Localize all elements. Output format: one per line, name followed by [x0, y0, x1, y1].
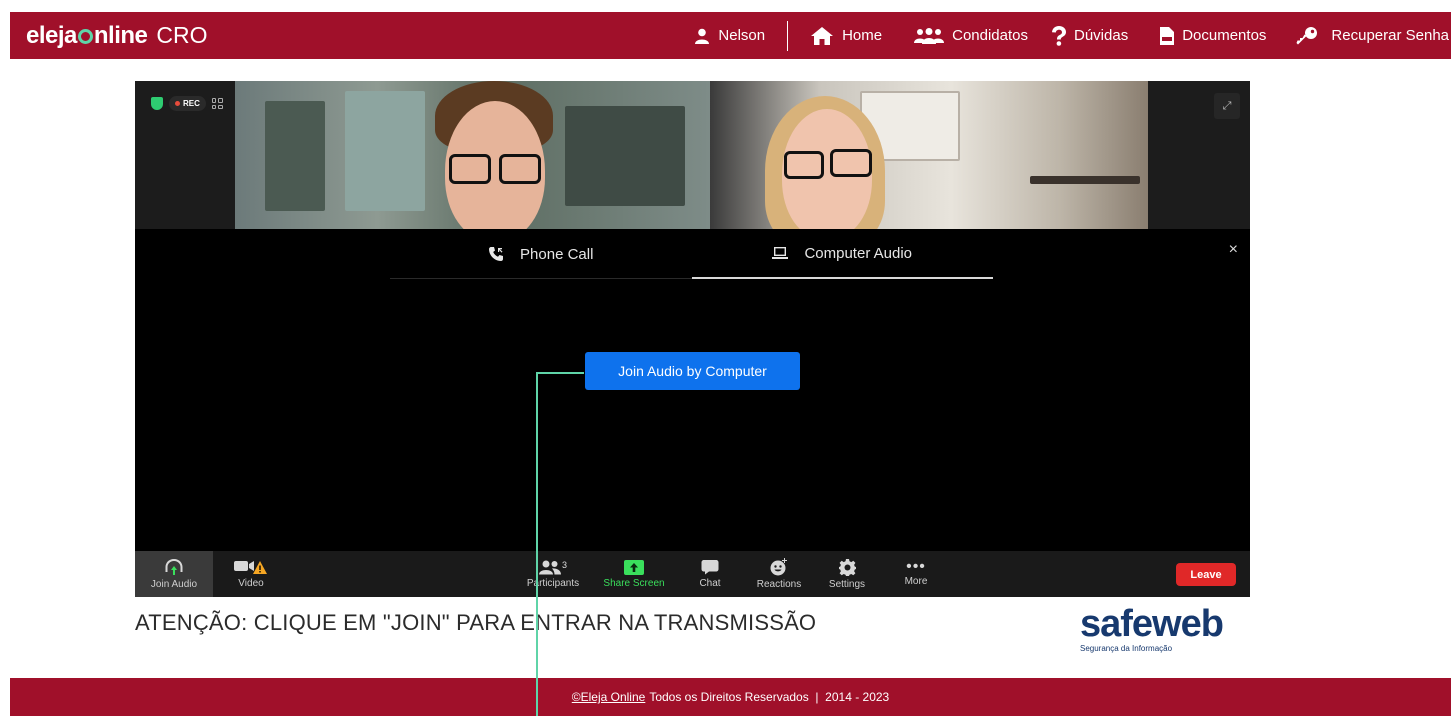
join-audio-by-computer-button[interactable]: Join Audio by Computer [585, 352, 800, 390]
participants-icon [538, 560, 561, 574]
meeting-toolbar: Join Audio Video 3 Participants Share Sc… [135, 551, 1250, 597]
tab-computer-audio[interactable]: Computer Audio [691, 229, 993, 279]
video-button[interactable]: Video [233, 551, 269, 597]
nav-candidates[interactable]: Condidatos [914, 27, 1028, 44]
audio-tabs: Phone Call Computer Audio [390, 229, 993, 279]
pointer-line-horizontal [536, 372, 584, 374]
key-icon [1296, 26, 1318, 44]
reactions-button[interactable]: Reactions [753, 551, 805, 597]
settings-label: Settings [828, 578, 866, 590]
join-audio-label: Join Audio [150, 579, 198, 590]
footer: ©Eleja Online Todos os Direitos Reservad… [10, 678, 1451, 716]
fullscreen-button[interactable]: ⤢ [1214, 93, 1240, 119]
nav-home[interactable]: Home [810, 26, 882, 46]
zoom-meeting-window: REC ⤢ Phone Call Computer Audio × Join A… [135, 81, 1250, 597]
share-screen-button[interactable]: Share Screen [601, 551, 667, 597]
more-label: More [904, 576, 928, 587]
settings-button[interactable]: Settings [827, 551, 867, 597]
footer-text: Todos os Direitos Reservados | 2014 - 20… [649, 690, 890, 704]
chat-icon [701, 560, 719, 575]
logo-sub: CRO [156, 21, 208, 48]
rec-dot-icon [175, 101, 180, 106]
page: eleja nline CRO Nelson Home Condidatos D… [0, 0, 1451, 716]
close-dialog-button[interactable]: × [1229, 241, 1238, 259]
nav-candidates-label: Condidatos [952, 27, 1028, 44]
chat-button[interactable]: Chat [695, 551, 725, 597]
video-gallery: REC ⤢ [135, 81, 1250, 229]
user-icon [695, 28, 710, 44]
tab-phone-call[interactable]: Phone Call [390, 229, 692, 279]
headphones-icon [165, 559, 183, 575]
home-icon [811, 26, 834, 45]
view-grid-icon[interactable] [211, 98, 223, 109]
recording-indicator: REC [151, 96, 223, 111]
participants-icon-group: 3 [538, 559, 567, 575]
pdf-icon [1160, 26, 1175, 45]
gear-icon [838, 558, 856, 576]
laptop-icon [772, 247, 789, 259]
top-navbar: eleja nline CRO Nelson Home Condidatos D… [10, 12, 1451, 59]
nav-recover-password[interactable]: Recuperar Senha [1296, 26, 1449, 45]
nav-documents-label: Documentos [1182, 27, 1267, 44]
logo-brand-suffix: nline [93, 21, 148, 49]
participants-label: Participants [526, 577, 580, 589]
rec-badge: REC [169, 96, 206, 111]
tab-phone-call-label: Phone Call [520, 245, 594, 263]
nav-documents[interactable]: Documentos [1160, 26, 1267, 45]
video-label: Video [238, 578, 264, 589]
video-camera-warning-icon [234, 561, 267, 574]
nav-user-label: Nelson [718, 27, 766, 44]
reactions-smiley-icon [770, 558, 787, 576]
attention-notice: ATENÇÃO: CLIQUE EM "JOIN" PARA ENTRAR NA… [135, 610, 817, 635]
nav-divider [787, 20, 789, 51]
logo[interactable]: eleja nline CRO [26, 22, 208, 50]
join-audio-dialog: Phone Call Computer Audio × Join Audio b… [135, 229, 1250, 551]
more-button[interactable]: ••• More [900, 551, 932, 597]
ellipsis-icon: ••• [906, 558, 926, 575]
safeweb-logo: safeweb Segurança da Informação [1080, 605, 1250, 657]
safeweb-tagline: Segurança da Informação [1080, 644, 1173, 653]
rec-label: REC [183, 99, 200, 108]
leave-button[interactable]: Leave [1176, 563, 1236, 586]
encryption-shield-icon [151, 97, 163, 110]
logo-brand: eleja [26, 21, 77, 49]
logo-ring-icon [77, 28, 93, 44]
tab-computer-audio-label: Computer Audio [804, 244, 913, 262]
share-screen-icon [624, 559, 644, 575]
question-icon [1052, 25, 1066, 46]
nav-recover-label: Recuperar Senha [1331, 27, 1449, 44]
share-screen-label: Share Screen [603, 577, 665, 589]
nav-user[interactable]: Nelson [694, 27, 765, 44]
pointer-line-vertical [536, 372, 538, 716]
video-tile-participant-1[interactable] [235, 81, 710, 229]
participants-count: 3 [561, 559, 567, 570]
participants-button[interactable]: 3 Participants [523, 551, 583, 597]
nav-faq-label: Dúvidas [1074, 27, 1129, 44]
safeweb-wordmark: safeweb [1080, 603, 1224, 645]
expand-icon: ⤢ [1222, 99, 1232, 112]
video-tile-participant-2[interactable] [710, 81, 1148, 229]
join-audio-button[interactable]: Join Audio [135, 551, 213, 597]
footer-link[interactable]: ©Eleja Online [572, 690, 646, 704]
nav-menu: Nelson Home Condidatos Dúvidas Documento… [694, 12, 1449, 59]
chat-label: Chat [699, 578, 721, 589]
reactions-label: Reactions [756, 579, 802, 590]
phone-icon [489, 247, 504, 261]
nav-home-label: Home [842, 27, 883, 44]
users-icon [914, 27, 945, 44]
nav-faq[interactable]: Dúvidas [1052, 25, 1129, 46]
